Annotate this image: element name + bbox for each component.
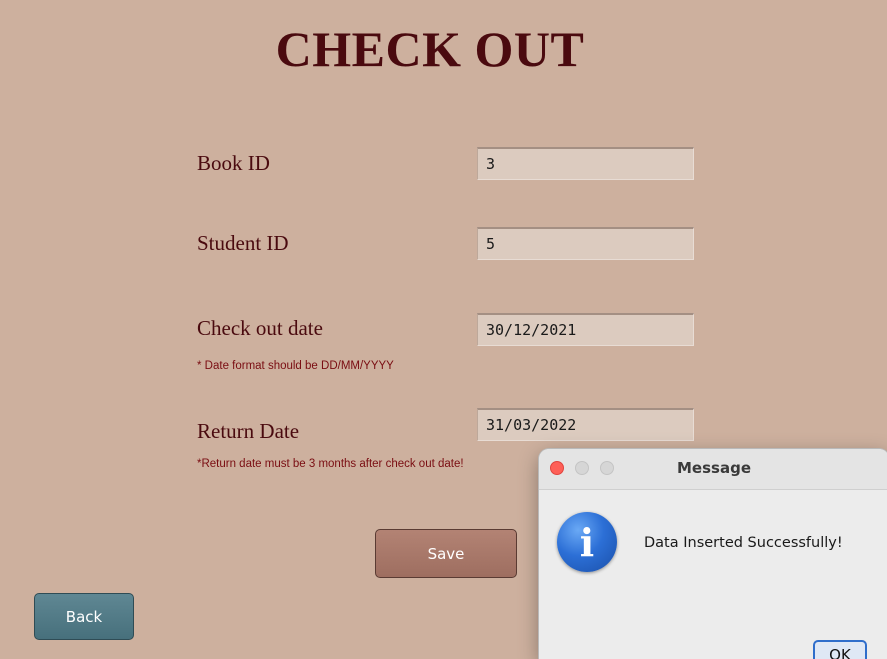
maximize-window-icon [600, 461, 614, 475]
return-date-label: Return Date [197, 419, 300, 443]
student-id-label: Student ID [197, 231, 289, 255]
info-icon: i [557, 512, 617, 572]
book-id-field[interactable]: 3 [477, 147, 694, 180]
checkout-date-hint: * Date format should be DD/MM/YYYY [197, 360, 394, 372]
dialog-titlebar[interactable]: Message [539, 449, 887, 490]
message-dialog: Message i Data Inserted Successfully! OK [539, 449, 887, 659]
dialog-title: Message [677, 459, 751, 477]
student-id-field[interactable]: 5 [477, 227, 694, 260]
minimize-window-icon [575, 461, 589, 475]
checkout-date-field[interactable]: 30/12/2021 [477, 313, 694, 346]
return-date-hint: *Return date must be 3 months after chec… [197, 458, 464, 470]
save-button[interactable]: Save [375, 529, 517, 578]
ok-button[interactable]: OK [813, 640, 867, 659]
close-window-icon[interactable] [550, 461, 564, 475]
back-button[interactable]: Back [34, 593, 134, 640]
return-date-field[interactable]: 31/03/2022 [477, 408, 694, 441]
dialog-body: i Data Inserted Successfully! OK [539, 490, 887, 659]
dialog-message: Data Inserted Successfully! [644, 535, 843, 551]
checkout-date-label: Check out date [197, 316, 323, 340]
page-title: CHECK OUT [275, 21, 585, 77]
book-id-label: Book ID [197, 151, 270, 175]
